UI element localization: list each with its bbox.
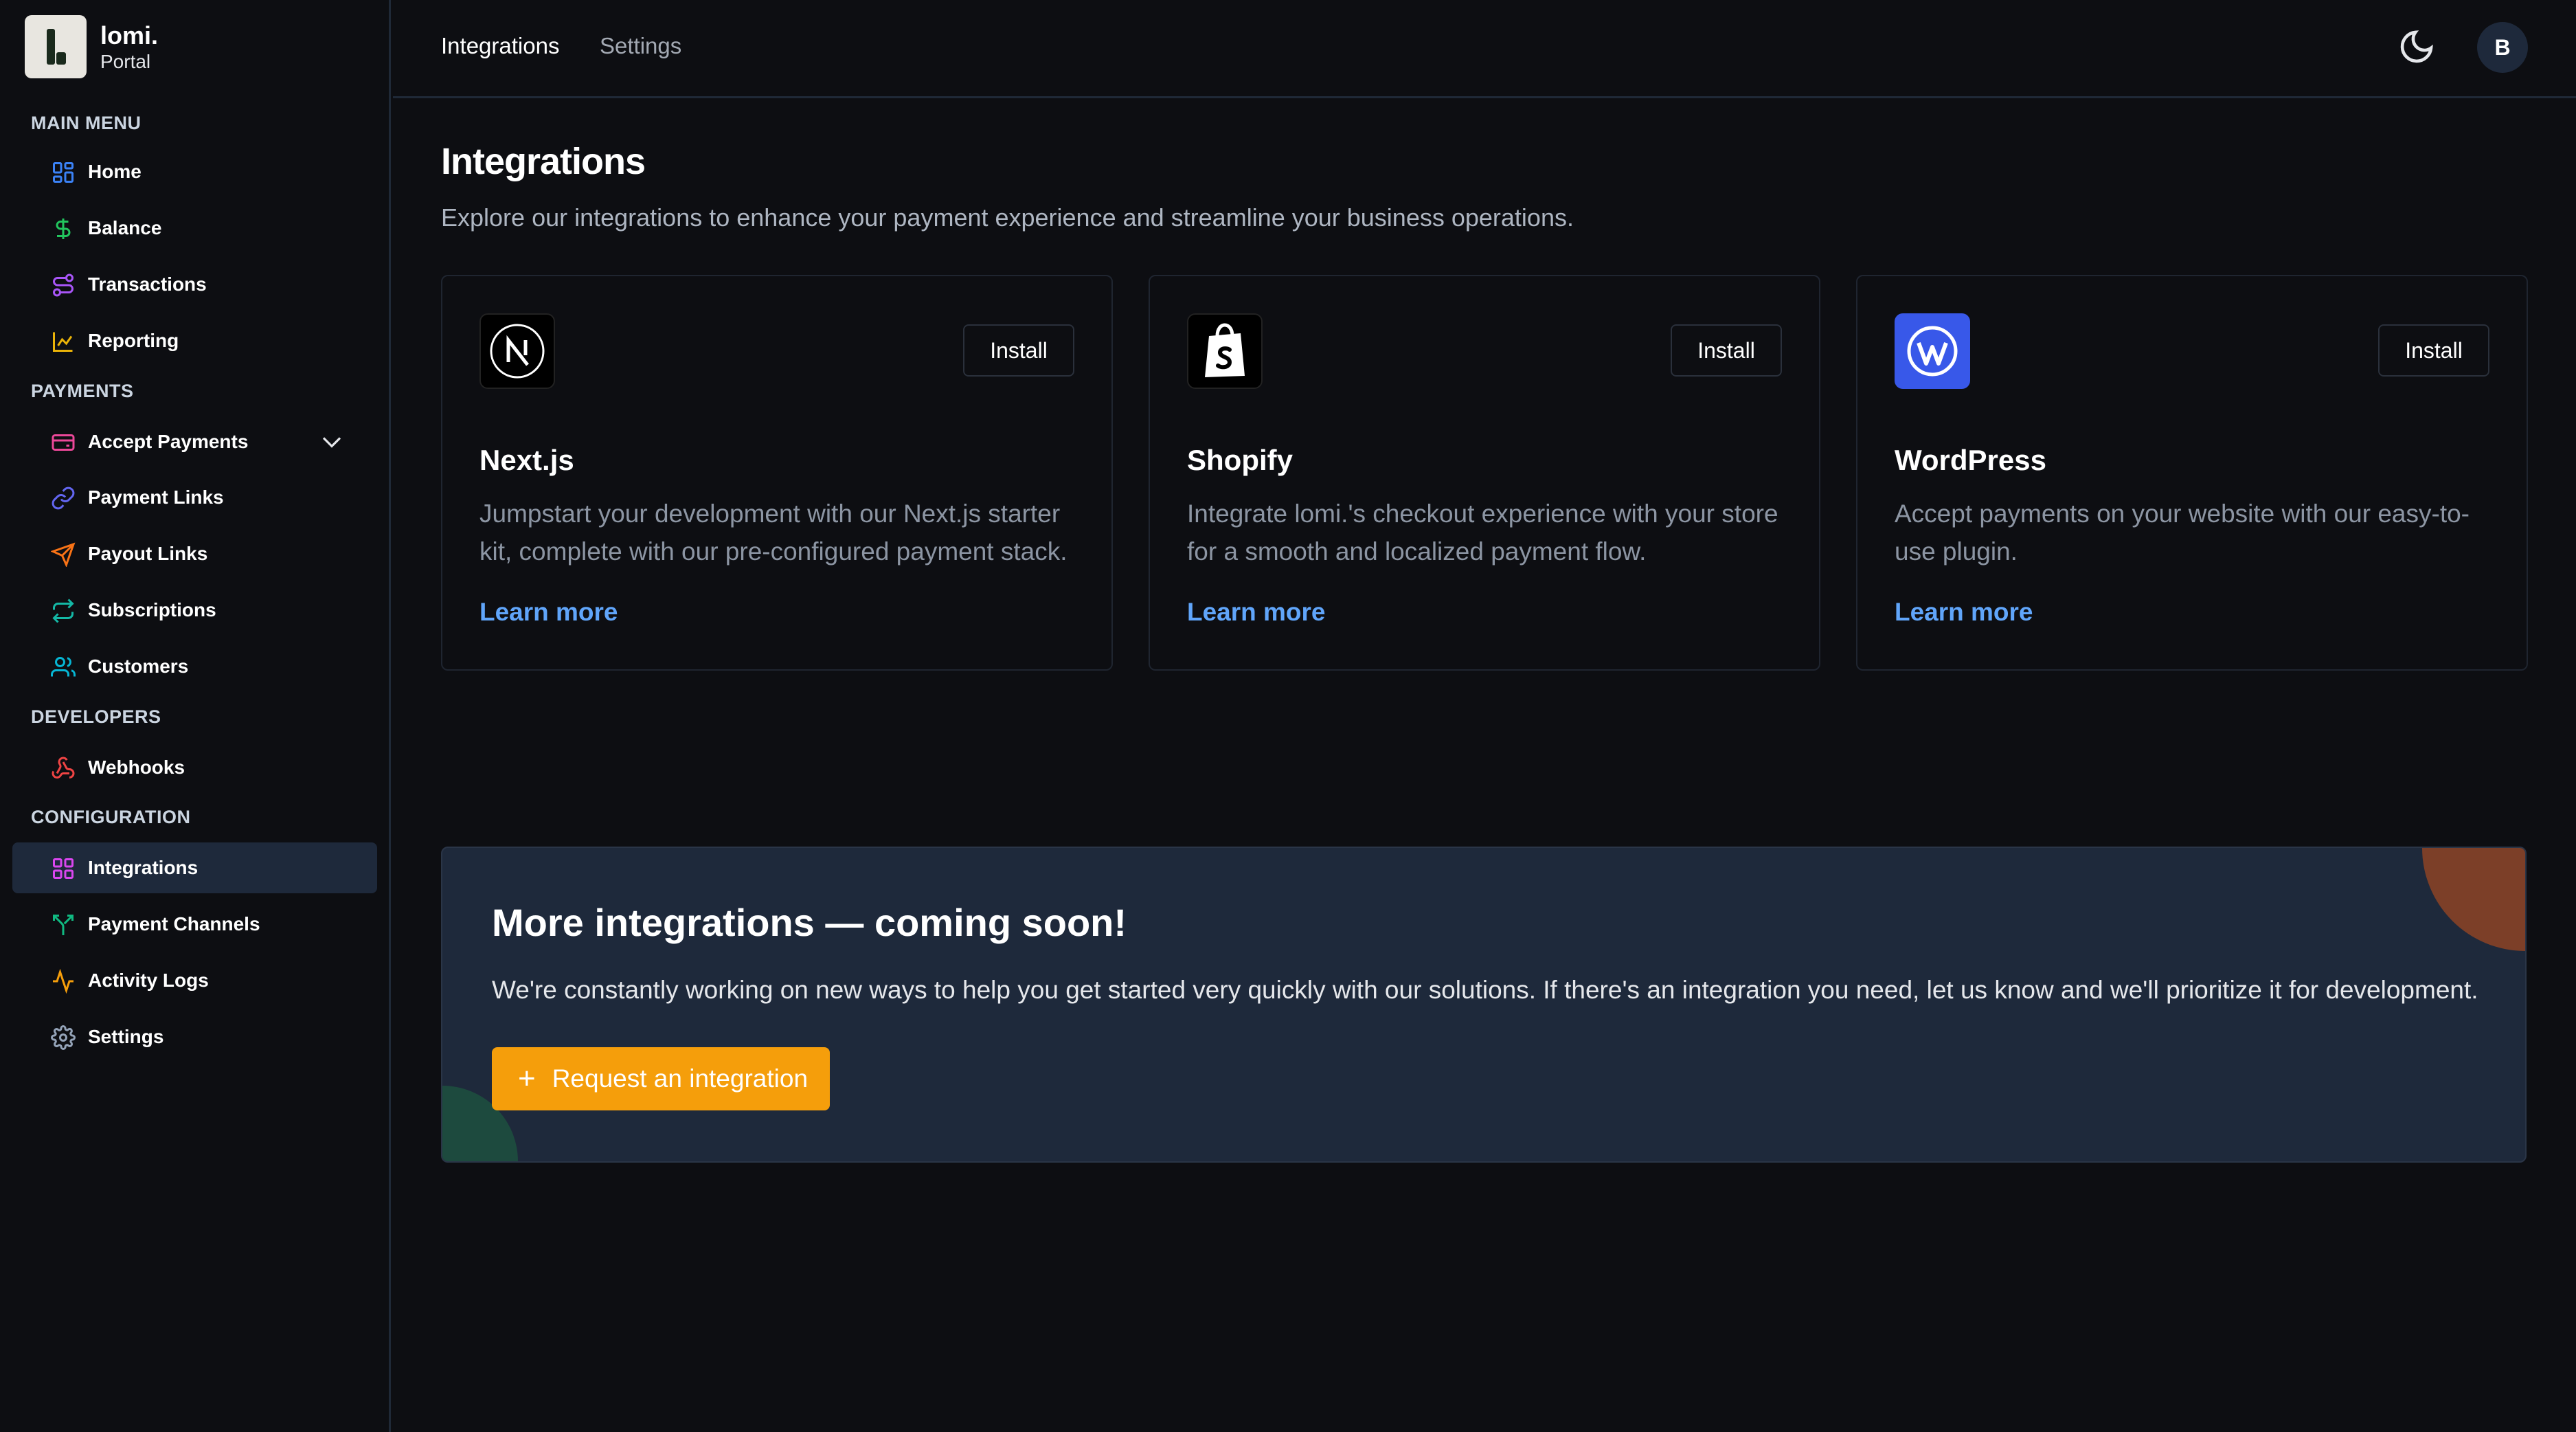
sidebar-item-label: Balance (88, 217, 162, 238)
users-icon (51, 657, 76, 677)
sidebar-item-label: Webhooks (88, 757, 185, 778)
decorative-circle (2422, 848, 2525, 951)
section-configuration: CONFIGURATION (31, 807, 191, 827)
card-title: WordPress (1895, 444, 2046, 476)
section-developers: DEVELOPERS (31, 706, 161, 727)
brand-logo (25, 15, 87, 78)
install-button[interactable]: Install (2378, 324, 2489, 377)
split-icon (53, 915, 74, 935)
sidebar: lomi. Portal MAIN MENU Home Balance Tran… (0, 0, 391, 1432)
card-description: Integrate lomi.'s checkout experience wi… (1187, 500, 1778, 566)
sidebar-item-label: Transactions (88, 273, 207, 295)
shopify-logo (1187, 313, 1263, 389)
card-title: Shopify (1187, 444, 1293, 476)
moon-icon[interactable] (2397, 27, 2436, 66)
install-button[interactable]: Install (963, 324, 1074, 377)
webhook-icon (52, 757, 75, 779)
section-main-menu: MAIN MENU (31, 113, 142, 133)
sidebar-item-payout-links[interactable]: Payout Links (12, 528, 377, 579)
card-icon (52, 434, 75, 451)
app-root: lomi. Portal MAIN MENU Home Balance Tran… (0, 0, 2576, 1432)
grid-icon (53, 162, 74, 183)
repeat-icon (52, 598, 74, 623)
transfer-icon (53, 273, 74, 297)
brand-subtitle: Portal (100, 50, 151, 72)
topbar: Integrations Settings (393, 0, 2576, 98)
sidebar-item-label: Payment Links (88, 486, 224, 508)
sidebar-item-label: Activity Logs (88, 970, 209, 991)
learn-more-link[interactable]: Learn more (1895, 598, 2033, 627)
sidebar-item-accept-payments[interactable]: Accept Payments (12, 416, 377, 467)
integration-card-wordpress: Install WordPress Accept payments on you… (1856, 275, 2528, 671)
send-icon (51, 542, 76, 567)
tab-settings[interactable]: Settings (600, 33, 681, 59)
page-subtitle: Explore our integrations to enhance your… (441, 203, 1574, 232)
sidebar-item-subscriptions[interactable]: Subscriptions (12, 585, 377, 636)
sidebar-item-reporting[interactable]: Reporting (12, 315, 377, 366)
plus-icon: + (518, 1062, 536, 1095)
sidebar-item-settings[interactable]: Settings (12, 1011, 377, 1062)
banner-title: More integrations — coming soon! (492, 901, 1127, 944)
banner-text: We're constantly working on new ways to … (492, 976, 2478, 1004)
tab-integrations[interactable]: Integrations (441, 33, 559, 59)
sidebar-item-label: Subscriptions (88, 599, 216, 620)
sidebar-item-payment-links[interactable]: Payment Links (12, 472, 377, 523)
sidebar-item-home[interactable]: Home (12, 146, 377, 197)
sidebar-item-label: Home (88, 161, 142, 182)
link-icon (52, 486, 75, 510)
card-description: Jumpstart your development with our Next… (479, 500, 1067, 566)
request-integration-label: Request an integration (552, 1064, 809, 1093)
chevron-down-icon[interactable] (321, 434, 343, 451)
install-button[interactable]: Install (1671, 324, 1782, 377)
sidebar-item-label: Accept Payments (88, 431, 249, 452)
sidebar-item-label: Reporting (88, 330, 179, 351)
sidebar-item-label: Settings (88, 1026, 164, 1047)
blocks-icon (53, 858, 74, 879)
brand-name: lomi. (100, 21, 159, 49)
card-description: Accept payments on your website with our… (1895, 500, 2470, 566)
sidebar-item-transactions[interactable]: Transactions (12, 259, 377, 310)
brand[interactable]: lomi. Portal (25, 15, 158, 78)
gear-icon (51, 1025, 76, 1050)
sidebar-item-payment-channels[interactable]: Payment Channels (12, 899, 377, 950)
integration-card-nextjs: Install Next.js Jumpstart your developme… (441, 275, 1113, 671)
card-title: Next.js (479, 444, 574, 476)
section-payments: PAYMENTS (31, 381, 134, 401)
dollar-icon (56, 219, 71, 239)
sidebar-item-label: Integrations (88, 857, 199, 878)
integration-card-shopify: Install Shopify Integrate lomi.'s checko… (1149, 275, 1820, 671)
sidebar-item-label: Customers (88, 656, 189, 677)
page-title: Integrations (441, 141, 646, 182)
learn-more-link[interactable]: Learn more (479, 598, 618, 627)
learn-more-link[interactable]: Learn more (1187, 598, 1326, 627)
sidebar-item-activity-logs[interactable]: Activity Logs (12, 955, 377, 1006)
nextjs-logo (479, 313, 555, 389)
sidebar-item-integrations[interactable]: Integrations (12, 842, 377, 893)
avatar[interactable]: B (2477, 22, 2528, 73)
chart-icon (53, 332, 73, 352)
request-integration-button[interactable]: + Request an integration (492, 1047, 830, 1110)
activity-icon (53, 969, 74, 994)
sidebar-item-label: Payout Links (88, 543, 208, 564)
brand-text: lomi. Portal (100, 21, 158, 74)
sidebar-item-webhooks[interactable]: Webhooks (12, 742, 377, 793)
coming-soon-banner: More integrations — coming soon! We're c… (441, 847, 2527, 1163)
sidebar-item-customers[interactable]: Customers (12, 641, 377, 692)
sidebar-item-label: Payment Channels (88, 913, 260, 935)
sidebar-item-balance[interactable]: Balance (12, 203, 377, 254)
wordpress-logo (1895, 313, 1970, 389)
